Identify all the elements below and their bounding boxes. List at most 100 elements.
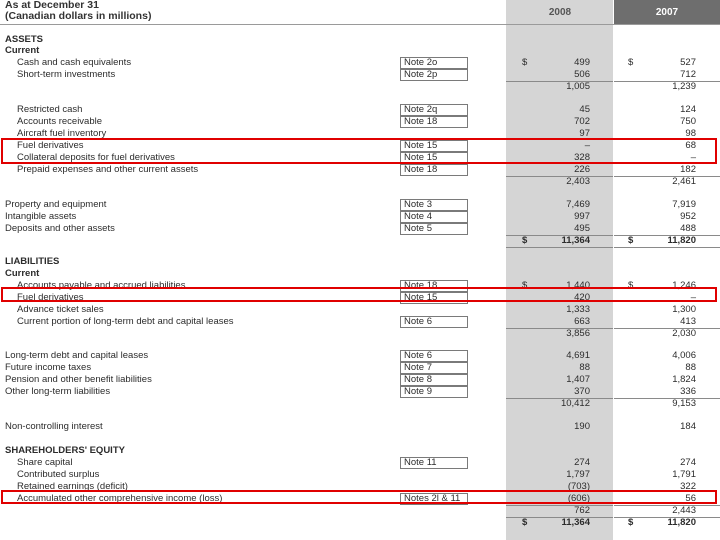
note-reference: Note 2p (400, 69, 468, 81)
highlight-box (1, 287, 717, 302)
value-2007: 1,239 (672, 81, 696, 92)
value-2007: 1,791 (672, 469, 696, 480)
subtotal-rule (506, 235, 613, 236)
subtotal-rule (614, 328, 720, 329)
note-reference: Note 9 (400, 386, 468, 398)
table-row: 2,403 2,461 (0, 176, 720, 188)
table-row: Non-controlling interest 190 184 (0, 421, 720, 433)
subtotal-rule (614, 505, 720, 506)
value-2007: 124 (680, 104, 696, 115)
subtotal-rule (614, 81, 720, 82)
table-row: Contributed surplus 1,797 1,791 (0, 469, 720, 481)
subtotal-rule (506, 247, 613, 248)
table-row: Advance ticket sales 1,333 1,300 (0, 304, 720, 316)
value-2008: 1,797 (566, 469, 590, 480)
currency-symbol-2008: $ (522, 235, 528, 246)
section-heading: Current (0, 45, 720, 57)
row-label: Other long-term liabilities (5, 386, 111, 397)
table-row: 1,005 1,239 (0, 81, 720, 93)
note-reference: Note 2q (400, 104, 468, 116)
currency-symbol-2008: $ (522, 57, 528, 68)
row-label: Restricted cash (17, 104, 83, 115)
currency-symbol-2007: $ (628, 235, 634, 246)
value-2007: 750 (680, 116, 696, 127)
highlight-box (1, 138, 717, 164)
subtotal-rule (614, 235, 720, 236)
value-2008: 3,856 (566, 328, 590, 339)
subtotal-rule (506, 176, 613, 177)
subtotal-rule (614, 517, 720, 518)
table-row: Intangible assets Note 4 997 952 (0, 211, 720, 223)
value-2008: 88 (579, 362, 590, 373)
row-label: Current portion of long-term debt and ca… (17, 316, 234, 327)
header-divider (0, 24, 720, 25)
table-row: Long-term debt and capital leases Note 6 4… (0, 350, 720, 362)
value-2007: 4,006 (672, 350, 696, 361)
value-2008: 2,403 (566, 176, 590, 187)
value-2008: 226 (574, 164, 590, 175)
subtotal-rule (506, 328, 613, 329)
row-label: Contributed surplus (17, 469, 100, 480)
note-reference: Note 18 (400, 164, 468, 176)
row-label: Property and equipment (5, 199, 107, 210)
value-2008: 762 (574, 505, 590, 516)
row-label: Share capital (17, 457, 73, 468)
note-reference: Note 3 (400, 199, 468, 211)
value-2007: 184 (680, 421, 696, 432)
table-row: 10,412 9,153 (0, 398, 720, 410)
value-2007: 182 (680, 164, 696, 175)
table-row: Accounts receivable Note 18 702 750 (0, 116, 720, 128)
value-2008: 370 (574, 386, 590, 397)
value-2007: 2,443 (672, 505, 696, 516)
table-row: Pension and other benefit liabilities Not… (0, 374, 720, 386)
row-label: Intangible assets (5, 211, 77, 222)
value-2008: 663 (574, 316, 590, 327)
value-2007: 488 (680, 223, 696, 234)
value-2007: 952 (680, 211, 696, 222)
note-reference: Note 11 (400, 457, 468, 469)
note-reference: Note 4 (400, 211, 468, 223)
row-label: Short-term investments (17, 69, 116, 80)
currency-symbol-2007: $ (628, 517, 634, 528)
value-2007: 88 (685, 362, 696, 373)
value-2007: 336 (680, 386, 696, 397)
section-label: Current (5, 268, 40, 279)
value-2007: 527 (680, 57, 696, 68)
value-2008: 506 (574, 69, 590, 80)
value-2008: 499 (574, 57, 590, 68)
value-2008: 11,364 (561, 517, 590, 528)
statement-subtitle: (Canadian dollars in millions) (5, 10, 152, 22)
table-row: Current portion of long-term debt and ca… (0, 316, 720, 328)
section-heading: Current (0, 268, 720, 280)
table-row: $11,364 $11,820 (0, 235, 720, 247)
row-label: Cash and cash equivalents (17, 57, 132, 68)
table-row: Share capital Note 11 274 274 (0, 457, 720, 469)
table-row: Short-term investments Note 2p 506 712 (0, 69, 720, 81)
section-label: LIABILITIES (5, 256, 60, 267)
table-row: 762 2,443 (0, 505, 720, 517)
value-2008: 11,364 (561, 235, 590, 246)
value-2008: 10,412 (560, 398, 590, 409)
note-reference: Note 8 (400, 374, 468, 386)
note-reference: Note 7 (400, 362, 468, 374)
section-label: Current (5, 45, 40, 56)
value-2007: 413 (680, 316, 696, 327)
row-label: Accounts receivable (17, 116, 103, 127)
table-row: 3,856 2,030 (0, 328, 720, 340)
note-reference: Note 18 (400, 116, 468, 128)
year-2008-header: 2008 (548, 7, 572, 18)
currency-symbol-2007: $ (628, 57, 634, 68)
subtotal-rule (506, 398, 613, 399)
subtotal-rule (506, 517, 613, 518)
row-label: Non-controlling interest (5, 421, 103, 432)
section-label: SHAREHOLDERS' EQUITY (5, 445, 125, 456)
table-row: Deposits and other assets Note 5 495 488 (0, 223, 720, 235)
value-2008: 1,005 (566, 81, 590, 92)
table-row: Cash and cash equivalents Note 2o $499 $527 (0, 57, 720, 69)
table-row: Other long-term liabilities Note 9 370 336 (0, 386, 720, 398)
value-2008: 190 (574, 421, 590, 432)
value-2008: 274 (574, 457, 590, 468)
table-row: Restricted cash Note 2q 45 124 (0, 104, 720, 116)
highlight-box (1, 490, 717, 504)
row-label: Prepaid expenses and other current asset… (17, 164, 199, 175)
